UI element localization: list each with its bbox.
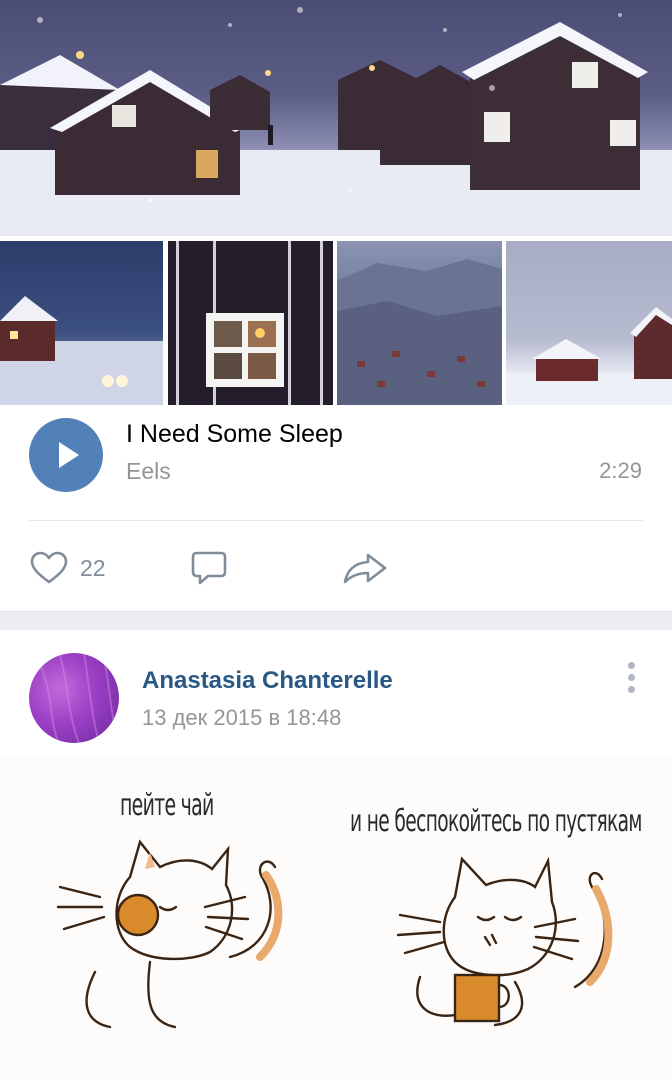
share-icon	[343, 553, 387, 584]
share-button[interactable]	[342, 549, 388, 587]
house-at-dusk-scene	[0, 296, 163, 405]
frosted-window-scene	[176, 241, 323, 405]
photo-main[interactable]	[0, 0, 672, 236]
mountain-town-scene	[337, 259, 502, 405]
post-date[interactable]: 13 дек 2015 в 18:48	[142, 705, 341, 731]
track-duration: 2:29	[599, 458, 642, 483]
more-options-icon[interactable]	[620, 662, 642, 696]
comment-icon	[191, 551, 227, 585]
snowy-village-scene	[0, 7, 672, 236]
like-button[interactable]: 22	[30, 549, 106, 587]
play-icon	[59, 442, 79, 468]
like-count: 22	[80, 554, 106, 581]
image-caption-right: и не беспокойтесь по пустякам	[350, 804, 642, 839]
heart-icon	[30, 551, 68, 584]
photo-thumb-2[interactable]	[168, 241, 333, 405]
photo-thumb-3[interactable]	[337, 241, 502, 405]
comment-button[interactable]	[190, 549, 228, 587]
image-caption-left: пейте чай	[120, 788, 214, 823]
photo-thumb-1[interactable]	[0, 241, 163, 405]
post-separator	[0, 611, 672, 630]
track-artist[interactable]: Eels	[126, 458, 171, 485]
avatar-image	[38, 653, 118, 743]
avatar[interactable]	[29, 653, 119, 743]
post-author[interactable]: Anastasia Chanterelle	[142, 667, 393, 695]
track-title[interactable]: I Need Some Sleep	[126, 420, 343, 449]
play-button[interactable]	[29, 418, 103, 492]
red-houses-scene	[506, 307, 672, 405]
divider	[29, 520, 643, 521]
photo-thumb-4[interactable]	[506, 241, 672, 405]
post-image[interactable]: пейте чай и не беспокойтесь по пустякам	[0, 757, 672, 1080]
